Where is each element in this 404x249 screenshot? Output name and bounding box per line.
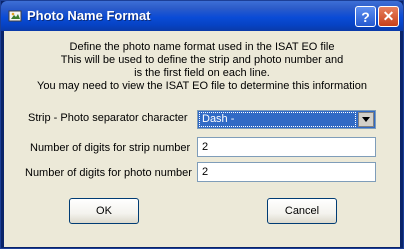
ok-button[interactable]: OK [69, 198, 139, 224]
window-title: Photo Name Format [27, 8, 151, 23]
close-icon: ✕ [382, 8, 395, 24]
dropdown-button[interactable] [358, 112, 374, 127]
photo-digits-label: Number of digits for photo number [25, 167, 192, 179]
strip-digits-label: Number of digits for strip number [30, 142, 191, 154]
dialog-body: Define the photo name format used in the… [4, 31, 400, 247]
close-button[interactable]: ✕ [378, 6, 399, 27]
description-line: You may need to view the ISAT EO file to… [37, 80, 367, 92]
help-button[interactable]: ? [355, 6, 376, 27]
help-icon: ? [361, 8, 370, 25]
description-line: This will be used to define the strip an… [60, 54, 344, 66]
cancel-button[interactable]: Cancel [267, 198, 337, 224]
photo-digits-input[interactable]: 2 [197, 162, 376, 182]
separator-label: Strip - Photo separator character [28, 112, 188, 124]
app-icon [8, 10, 22, 22]
chevron-down-icon [362, 117, 370, 122]
description-line: is the first field on each line. [134, 67, 270, 79]
separator-selected-value: Dash - [202, 113, 235, 125]
description-text: Define the photo name format used in the… [4, 41, 400, 93]
description-line: Define the photo name format used in the… [69, 41, 335, 53]
strip-digits-input[interactable]: 2 [197, 137, 376, 157]
dialog-window: Photo Name Format ? ✕ Define the photo n… [0, 0, 404, 249]
title-bar[interactable]: Photo Name Format ? ✕ [1, 1, 403, 31]
separator-select[interactable]: Dash - [197, 110, 376, 129]
